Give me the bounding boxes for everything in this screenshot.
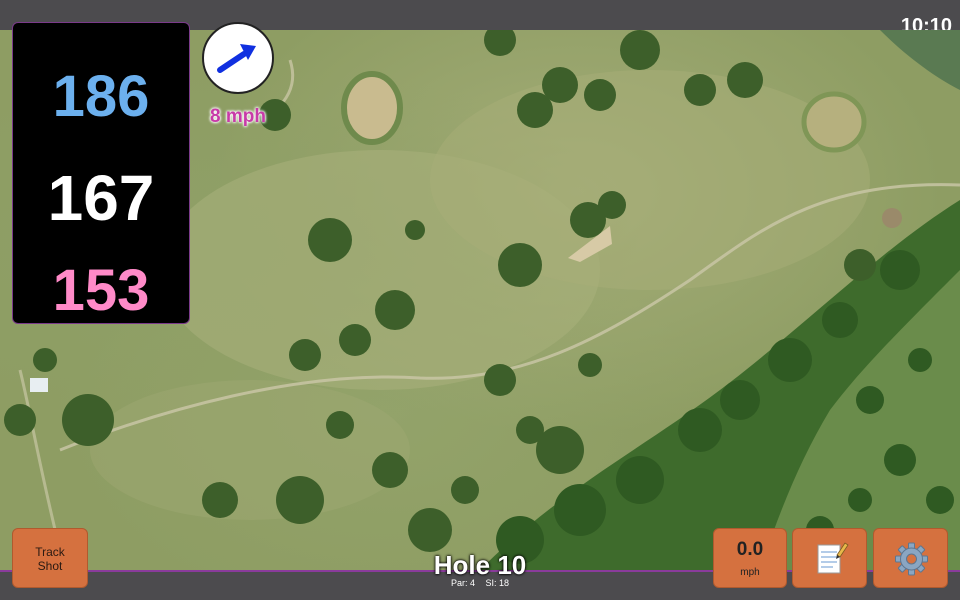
hole-stroke-index: SI: 18	[485, 578, 510, 588]
speed-unit: mph	[740, 567, 760, 578]
wind-speed: 8 mph	[210, 106, 266, 127]
front-yardage: 153	[52, 258, 150, 323]
hole-title: Hole 10	[433, 550, 527, 580]
middle-yardage: 167	[47, 162, 155, 234]
notes-button[interactable]	[792, 528, 867, 588]
track-shot-label-line2: Shot	[37, 559, 63, 573]
wind-indicator	[202, 22, 274, 94]
wind-arrow-icon	[217, 44, 256, 73]
notepad-icon	[817, 542, 849, 574]
hole-par: Par: 4	[450, 578, 475, 588]
track-shot-label-line1: Track	[35, 545, 65, 559]
gear-icon	[895, 542, 928, 576]
speed-button[interactable]: 0.0 mph	[713, 528, 787, 588]
hole-details: Par: 4 SI: 18	[420, 578, 540, 588]
yardage-panel: 186 167 153	[12, 22, 190, 324]
settings-button[interactable]	[873, 528, 948, 588]
back-yardage: 186	[52, 64, 150, 129]
speed-value: 0.0	[736, 539, 764, 560]
track-shot-button[interactable]: Track Shot	[12, 528, 88, 588]
